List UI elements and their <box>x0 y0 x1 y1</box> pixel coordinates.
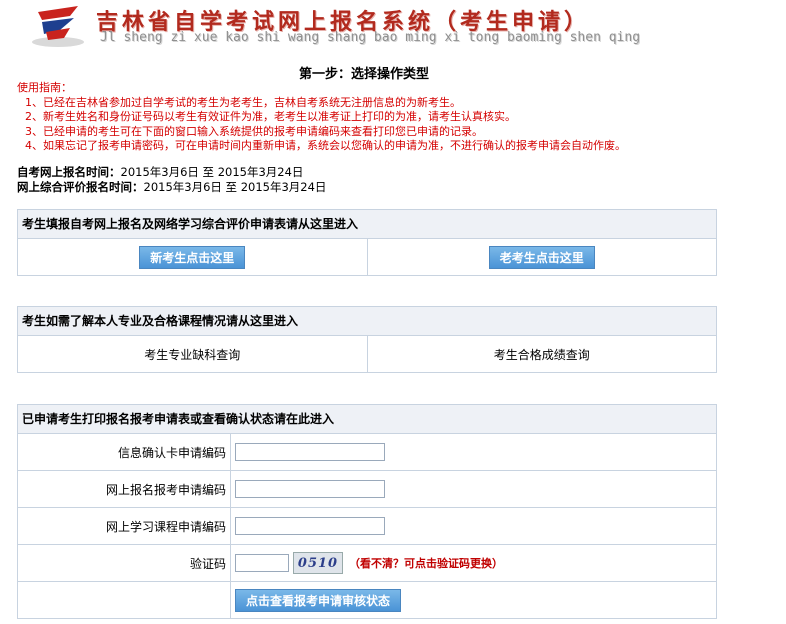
passed-score-query-link[interactable]: 考生合格成绩查询 <box>494 346 590 363</box>
info-card-code-label: 信息确认卡申请编码 <box>18 434 231 470</box>
print-panel: 已申请考生打印报名报考申请表或查看确认状态请在此进入 信息确认卡申请编码 网上报… <box>17 404 717 619</box>
course-code-label: 网上学习课程申请编码 <box>18 508 231 544</box>
header: 吉林省自学考试网上报名系统（考生申请） Jl sheng zi xue kao … <box>0 0 786 56</box>
captcha-input[interactable] <box>235 554 289 572</box>
guide-heading: 使用指南： <box>17 81 72 94</box>
info-card-code-input[interactable] <box>235 443 385 461</box>
app-subtitle: Jl sheng zi xue kao shi wang shang bao m… <box>100 30 641 45</box>
captcha-label: 验证码 <box>18 545 231 581</box>
registration-code-label: 网上报名报考申请编码 <box>18 471 231 507</box>
guide-item: 3、已经申请的考生可在下面的窗口输入系统提供的报考申请编码来查看打印您已申请的记… <box>25 124 483 138</box>
check-status-button[interactable]: 点击查看报考申请审核状态 <box>235 588 402 612</box>
query-heading: 考生如需了解本人专业及合格课程情况请从这里进入 <box>18 307 716 336</box>
print-heading: 已申请考生打印报名报考申请表或查看确认状态请在此进入 <box>18 405 716 434</box>
registration-times: 自考网上报名时间：2015年3月6日 至 2015年3月24日 网上综合评价报名… <box>17 165 326 195</box>
online-time-value: 2015年3月6日 至 2015年3月24日 <box>120 165 304 179</box>
guide-item: 2、新考生姓名和身份证号码以考生有效证件为准，老考生以准考证上打印的为准，请考生… <box>25 110 516 123</box>
application-heading: 考生填报自考网上报名及网络学习综合评价申请表请从这里进入 <box>18 210 716 239</box>
course-code-input[interactable] <box>235 517 385 535</box>
guide-item: 4、如果忘记了报考申请密码，可在申请时间内重新申请，系统会以您确认的申请为准，不… <box>25 139 626 152</box>
registration-code-input[interactable] <box>235 480 385 498</box>
usage-guide: 使用指南： 1、已经在吉林省参加过自学考试的考生为老考生，吉林自考系统无注册信息… <box>17 81 626 154</box>
logo-icon <box>32 6 84 47</box>
guide-item: 1、已经在吉林省参加过自学考试的考生为老考生，吉林自考系统无注册信息的为新考生。 <box>25 95 461 109</box>
captcha-image[interactable]: 0510 <box>293 552 343 574</box>
old-candidate-button[interactable]: 老考生点击这里 <box>488 245 595 269</box>
captcha-hint[interactable]: （看不清？可点击验证码更换） <box>349 555 503 571</box>
application-panel: 考生填报自考网上报名及网络学习综合评价申请表请从这里进入 新考生点击这里 老考生… <box>17 209 717 276</box>
major-missing-query-link[interactable]: 考生专业缺科查询 <box>144 346 240 363</box>
page-title: 第一步：选择操作类型 <box>298 67 429 82</box>
eval-time-value: 2015年3月6日 至 2015年3月24日 <box>143 180 327 194</box>
eval-time-label: 网上综合评价报名时间： <box>17 180 144 194</box>
online-time-label: 自考网上报名时间： <box>17 165 121 179</box>
new-candidate-button[interactable]: 新考生点击这里 <box>139 245 246 269</box>
submit-row-spacer <box>18 582 231 618</box>
query-panel: 考生如需了解本人专业及合格课程情况请从这里进入 考生专业缺科查询 考生合格成绩查… <box>17 306 717 373</box>
